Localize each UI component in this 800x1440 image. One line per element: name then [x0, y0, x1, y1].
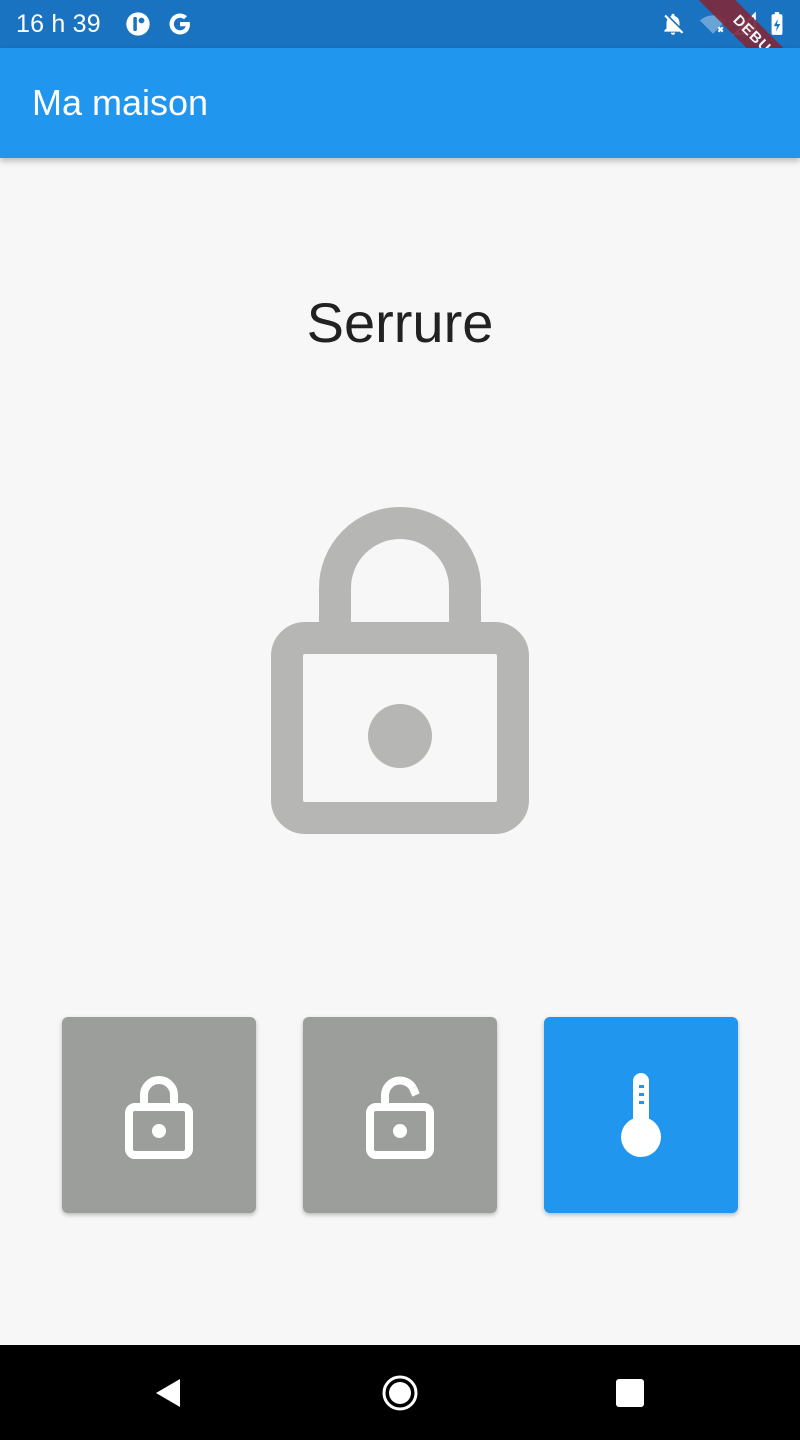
thermometer-icon — [621, 1073, 661, 1157]
page-heading: Serrure — [306, 291, 494, 354]
home-icon[interactable] — [380, 1373, 420, 1413]
lock-open-icon — [366, 1076, 434, 1159]
lock-icon — [271, 507, 529, 834]
recents-icon[interactable] — [610, 1373, 650, 1413]
app-title: Ma maison — [32, 82, 209, 123]
back-icon[interactable] — [148, 1373, 188, 1413]
lock-button[interactable] — [62, 1017, 256, 1213]
navigation-bar — [0, 1345, 800, 1440]
status-bar: 16 h 39 DEBUG — [0, 0, 800, 119]
lock-icon — [125, 1076, 193, 1159]
temperature-button[interactable] — [544, 1017, 738, 1213]
unlock-button[interactable] — [303, 1017, 497, 1213]
app-bar: Ma maison — [0, 48, 800, 158]
google-icon — [169, 13, 190, 35]
phone-screen: 16 h 39 DEBUG Ma maison Serrure — [0, 0, 800, 1440]
notifications-off-icon — [664, 13, 684, 35]
status-time: 16 h 39 — [16, 10, 101, 38]
app-notification-icon — [126, 12, 150, 36]
